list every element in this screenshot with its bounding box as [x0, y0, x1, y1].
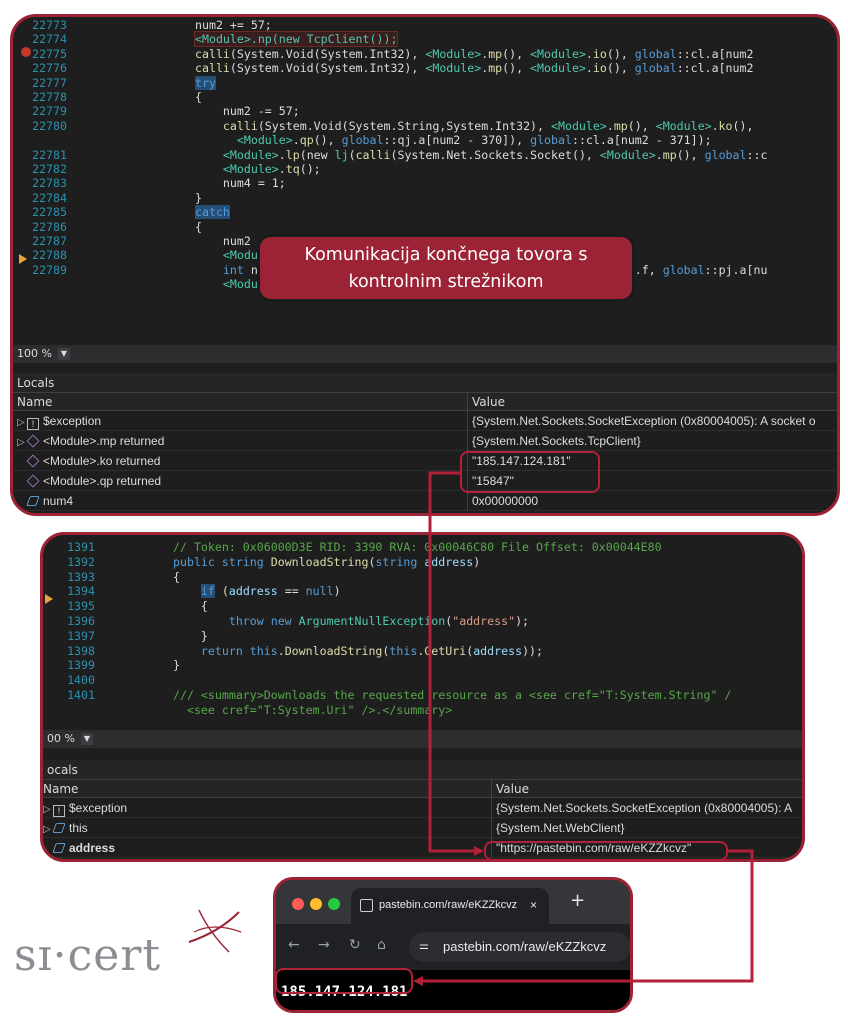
- connector-arrowhead-1: [474, 846, 484, 856]
- connector-line-1: [428, 471, 480, 853]
- connector-lines: [413, 471, 754, 986]
- logo-swirl-icon: [188, 909, 242, 953]
- si-cert-logo: sɪ·cert: [14, 909, 242, 981]
- connector-arrowhead-2: [413, 976, 423, 986]
- connector-line-2: [416, 849, 754, 983]
